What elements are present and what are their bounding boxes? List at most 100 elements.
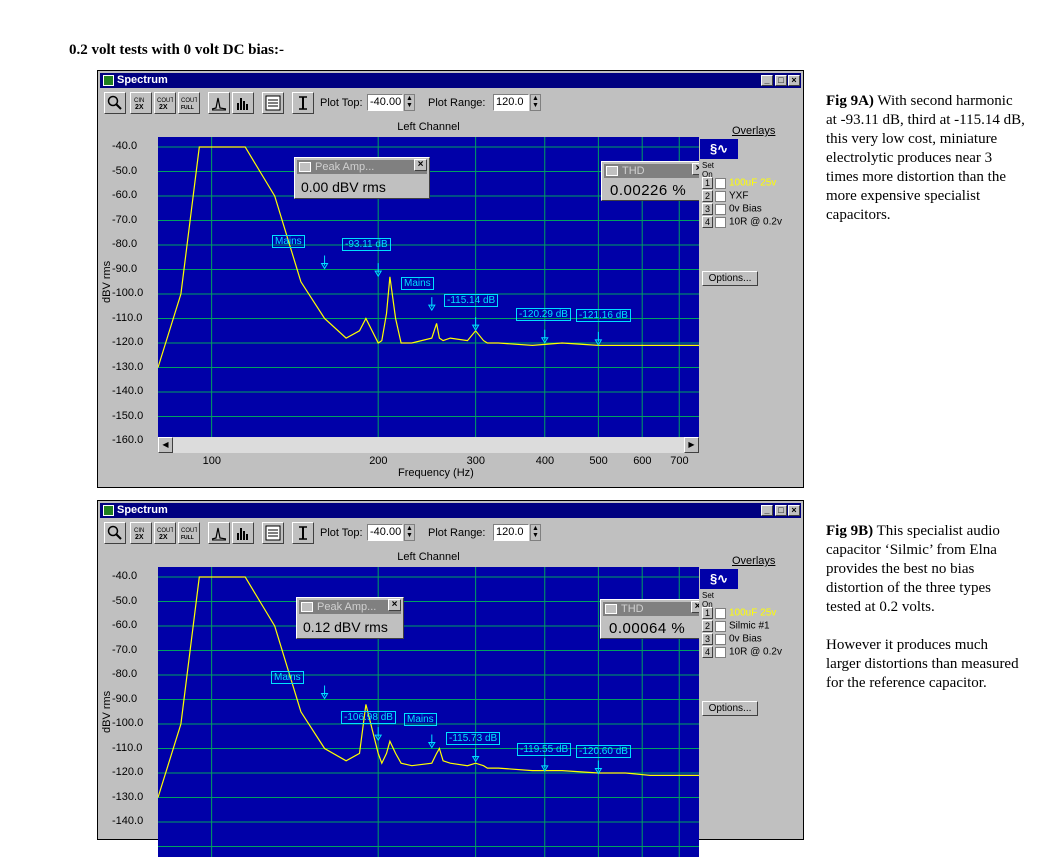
y-tick-label: -120.0: [112, 766, 144, 778]
close-icon[interactable]: ×: [691, 601, 699, 613]
title-bar[interactable]: Spectrum _ □ ×: [100, 503, 801, 518]
settings-panel-icon[interactable]: [262, 522, 284, 544]
overlay-checkbox[interactable]: [715, 607, 726, 619]
line-graph-icon[interactable]: [208, 92, 230, 114]
overlay-label: YXF: [729, 190, 749, 202]
plot-range-spinner[interactable]: ▲ ▼: [530, 94, 541, 111]
y-tick-label: -120.0: [112, 336, 144, 348]
cursor-marker-icon[interactable]: [292, 92, 314, 114]
minimize-button[interactable]: _: [761, 75, 773, 86]
plot-top-input[interactable]: -40.00: [367, 94, 403, 111]
thd-title: THD: [604, 164, 699, 178]
y-tick-label: -40.0: [112, 570, 138, 582]
overlays-title: Overlays: [732, 125, 776, 137]
overlay-checkbox[interactable]: [715, 203, 726, 215]
zoom-icon[interactable]: [104, 92, 126, 114]
annotation-mains-1: Mains: [271, 671, 304, 684]
y-tick-label: -60.0: [112, 189, 138, 201]
channel-in-2x-icon[interactable]: CIN 2X: [130, 522, 152, 544]
plot-top-label: Plot Top:: [320, 97, 363, 109]
overlay-label: 0v Bias: [729, 633, 762, 645]
overlay-checkbox[interactable]: [715, 646, 726, 658]
overlay-row-4[interactable]: 4 10R @ 0.2v: [702, 646, 782, 658]
thd-title: THD: [603, 602, 699, 616]
close-icon[interactable]: ×: [414, 159, 427, 171]
overlay-row-1[interactable]: 1 100uF 25v: [702, 177, 776, 189]
overlay-row-3[interactable]: 3 0v Bias: [702, 633, 762, 645]
y-tick-label: -70.0: [112, 213, 138, 226]
overlay-row-4[interactable]: 4 10R @ 0.2v: [702, 216, 782, 228]
y-tick-label: -80.0: [112, 238, 138, 250]
overlay-checkbox[interactable]: [715, 633, 726, 645]
svg-text:COUT: COUT: [181, 528, 197, 534]
plot-top-spinner[interactable]: ▲ ▼: [404, 94, 415, 111]
overlay-num[interactable]: 1: [702, 177, 713, 189]
thd-panel[interactable]: THD × 0.00226 %: [601, 161, 699, 201]
minimize-button[interactable]: _: [761, 505, 773, 516]
plot-range-spinner[interactable]: ▲ ▼: [530, 524, 541, 541]
overlay-row-2[interactable]: 2 YXF: [702, 190, 748, 202]
overlay-checkbox[interactable]: [715, 216, 726, 228]
overlay-row-3[interactable]: 3 0v Bias: [702, 203, 762, 215]
plot-top-label: Plot Top:: [320, 527, 363, 539]
overlay-num[interactable]: 1: [702, 607, 713, 619]
close-icon[interactable]: ×: [692, 163, 699, 175]
bar-graph-icon[interactable]: [232, 92, 254, 114]
zoom-icon[interactable]: [104, 522, 126, 544]
overlay-row-1[interactable]: 1 100uF 25v: [702, 607, 776, 619]
plot-top-input[interactable]: -40.00: [367, 524, 403, 541]
overlay-num[interactable]: 2: [702, 190, 713, 202]
close-icon[interactable]: ×: [388, 599, 401, 611]
peak-amp-panel[interactable]: Peak Amp... × 0.00 dBV rms: [294, 157, 430, 199]
logo-icon: §∿: [700, 139, 738, 159]
peak-amp-value: 0.00 dBV rms: [301, 179, 386, 195]
svg-text:2X: 2X: [135, 104, 144, 111]
svg-text:2X: 2X: [159, 104, 168, 111]
y-tick-label: -70.0: [112, 643, 138, 656]
app-icon: [103, 505, 114, 516]
svg-text:COUT: COUT: [181, 98, 197, 104]
overlay-checkbox[interactable]: [715, 620, 726, 632]
channel-out-full-icon[interactable]: COUT FULL: [178, 522, 200, 544]
channel-out-full-icon[interactable]: COUT FULL: [178, 92, 200, 114]
overlay-checkbox[interactable]: [715, 190, 726, 202]
channel-out-2x-icon[interactable]: COUT 2X: [154, 92, 176, 114]
channel-in-2x-icon[interactable]: CIN 2X: [130, 92, 152, 114]
close-button[interactable]: ×: [788, 75, 800, 86]
overlay-num[interactable]: 3: [702, 633, 713, 645]
channel-out-2x-icon[interactable]: COUT 2X: [154, 522, 176, 544]
maximize-button[interactable]: □: [775, 505, 787, 516]
spectrum-plot[interactable]: Peak Amp... × 0.12 dBV rms THD × 0.00064…: [158, 567, 699, 857]
overlay-num[interactable]: 2: [702, 620, 713, 632]
options-button[interactable]: Options...: [702, 271, 758, 286]
maximize-button[interactable]: □: [775, 75, 787, 86]
close-button[interactable]: ×: [788, 505, 800, 516]
overlay-num[interactable]: 4: [702, 216, 713, 228]
overlay-num[interactable]: 3: [702, 203, 713, 215]
overlay-label: 100uF 25v: [729, 177, 777, 189]
annotation-third-harmonic: -115.73 dB: [446, 732, 501, 745]
line-graph-icon[interactable]: [208, 522, 230, 544]
peak-amp-panel[interactable]: Peak Amp... × 0.12 dBV rms: [296, 597, 404, 639]
cursor-marker-icon[interactable]: [292, 522, 314, 544]
x-tick-label: 700: [670, 455, 689, 467]
scroll-left-icon[interactable]: ◀: [158, 437, 173, 453]
overlay-checkbox[interactable]: [715, 177, 726, 189]
caption-text-2: However it produces much larger distorti…: [826, 637, 1019, 691]
spectrum-plot[interactable]: Peak Amp... × 0.00 dBV rms THD × 0.00226…: [158, 137, 699, 437]
settings-panel-icon[interactable]: [262, 92, 284, 114]
overlay-num[interactable]: 4: [702, 646, 713, 658]
plot-range-input[interactable]: 120.0: [493, 94, 529, 111]
horizontal-scrollbar[interactable]: ◀ ▶: [158, 437, 699, 453]
overlay-row-2[interactable]: 2 Silmic #1: [702, 620, 770, 632]
title-bar[interactable]: Spectrum _ □ ×: [100, 73, 801, 88]
options-button[interactable]: Options...: [702, 701, 758, 716]
thd-panel[interactable]: THD × 0.00064 %: [600, 599, 699, 639]
plot-range-label: Plot Range:: [428, 97, 486, 109]
scroll-right-icon[interactable]: ▶: [684, 437, 699, 453]
bar-graph-icon[interactable]: [232, 522, 254, 544]
set-header: Set: [702, 161, 715, 170]
plot-range-input[interactable]: 120.0: [493, 524, 529, 541]
overlay-label: 10R @ 0.2v: [729, 216, 782, 228]
plot-top-spinner[interactable]: ▲ ▼: [404, 524, 415, 541]
